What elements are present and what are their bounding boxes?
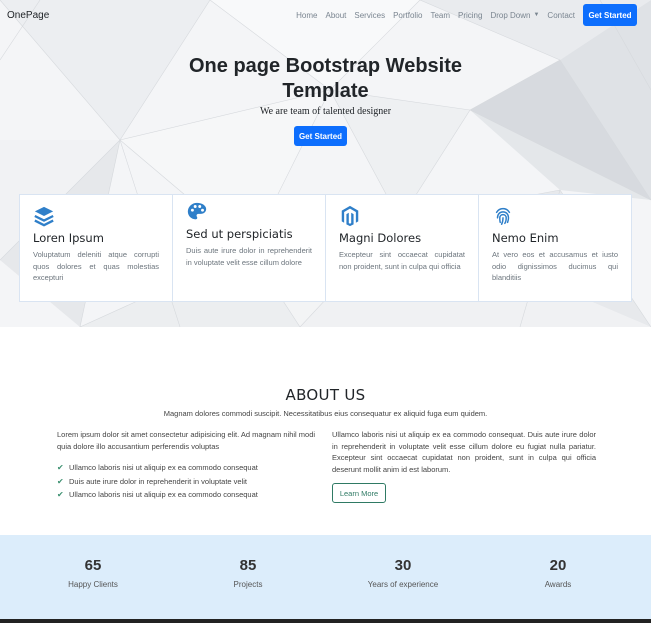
about-left-column: Lorem ipsum dolor sit amet consectetur a… (57, 429, 321, 502)
nav-dropdown[interactable]: Drop Down ▼ (490, 11, 539, 20)
stat-label: Happy Clients (68, 580, 118, 589)
hero-subtitle: We are team of talented designer (259, 106, 392, 117)
check-icon: ✔ (57, 476, 64, 486)
brand-logo[interactable]: OnePage (7, 10, 49, 21)
about-title: ABOUT US (285, 386, 366, 404)
nav-get-started-button[interactable]: Get Started (583, 4, 637, 26)
nav-home[interactable]: Home (296, 11, 317, 20)
stat-value: 65 (84, 557, 102, 574)
navbar: OnePage Home About Services Portfolio Te… (0, 0, 651, 32)
feature-card: Loren Ipsum Voluptatum deleniti atque co… (19, 194, 173, 302)
feature-text: Duis aute irure dolor in reprehenderit i… (186, 246, 312, 267)
about-right-text: Ullamco laboris nisi ut aliquip ex ea co… (332, 430, 596, 474)
feature-title: Sed ut perspiciatis (186, 227, 293, 241)
feature-title: Nemo Enim (492, 231, 559, 245)
stat-value: 30 (394, 557, 412, 574)
feature-text: At vero eos et accusamus et iusto odio d… (492, 250, 618, 282)
feature-card: Magni Dolores Excepteur sint occaecat cu… (325, 194, 479, 302)
palette-icon (187, 202, 207, 220)
fingerprint-icon (495, 207, 511, 225)
stats-section: 65 Happy Clients 85 Projects 30 Years of… (0, 535, 651, 619)
footer-edge (0, 619, 651, 623)
feature-title: Magni Dolores (339, 231, 422, 245)
about-description: Magnam dolores commodi suscipit. Necessi… (163, 409, 488, 418)
nav-pricing[interactable]: Pricing (458, 11, 482, 20)
nav-about[interactable]: About (325, 11, 346, 20)
feature-card: Nemo Enim At vero eos et accusamus et iu… (478, 194, 632, 302)
nav-portfolio[interactable]: Portfolio (393, 11, 422, 20)
feature-text: Excepteur sint occaecat cupidatat non pr… (339, 250, 465, 271)
stat-value: 85 (239, 557, 257, 574)
feature-card: Sed ut perspiciatis Duis aute irure dolo… (172, 194, 326, 302)
stat-happy-clients: 65 Happy Clients (33, 557, 153, 589)
nav-contact[interactable]: Contact (547, 11, 575, 20)
check-icon: ✔ (57, 463, 64, 472)
list-item: ✔ Ullamco laboris nisi ut aliquip ex ea c… (57, 463, 258, 472)
check-icon: ✔ (57, 490, 64, 499)
stat-awards: 20 Awards (498, 557, 618, 589)
nav-services[interactable]: Services (354, 11, 385, 20)
list-item: ✔ Ullamco laboris nisi ut aliquip ex ea c… (57, 490, 258, 499)
feature-title: Loren Ipsum (33, 231, 104, 245)
feature-text: Voluptatum deleniti atque corrupti quos … (33, 250, 159, 282)
stat-label: Years of experience (367, 580, 439, 589)
layers-icon (34, 206, 54, 227)
hero-title: One page Bootstrap Website Template (188, 55, 462, 102)
feature-cards: Loren Ipsum Voluptatum deleniti atque co… (19, 194, 632, 302)
nav-menu: Home About Services Portfolio Team Prici… (288, 4, 637, 26)
about-checklist: ✔ Ullamco laboris nisi ut aliquip ex ea c… (57, 461, 321, 502)
hero-section: OnePage Home About Services Portfolio Te… (0, 0, 651, 327)
stat-years-experience: 30 Years of experience (343, 557, 463, 589)
caret-down-icon: ▼ (533, 12, 540, 18)
stat-value: 20 (549, 557, 567, 574)
stat-projects: 85 Projects (188, 557, 308, 589)
nav-team[interactable]: Team (430, 11, 450, 20)
stat-label: Awards (544, 580, 572, 589)
about-left-text: Lorem ipsum dolor sit amet consectetur a… (57, 430, 316, 451)
stat-label: Projects (233, 580, 263, 589)
magento-icon (341, 205, 359, 227)
learn-more-button[interactable]: Learn More (332, 483, 386, 503)
list-item: ✔ Duis aute irure dolor in reprehenderit … (57, 476, 248, 486)
hero-get-started-button[interactable]: Get Started (294, 126, 347, 146)
